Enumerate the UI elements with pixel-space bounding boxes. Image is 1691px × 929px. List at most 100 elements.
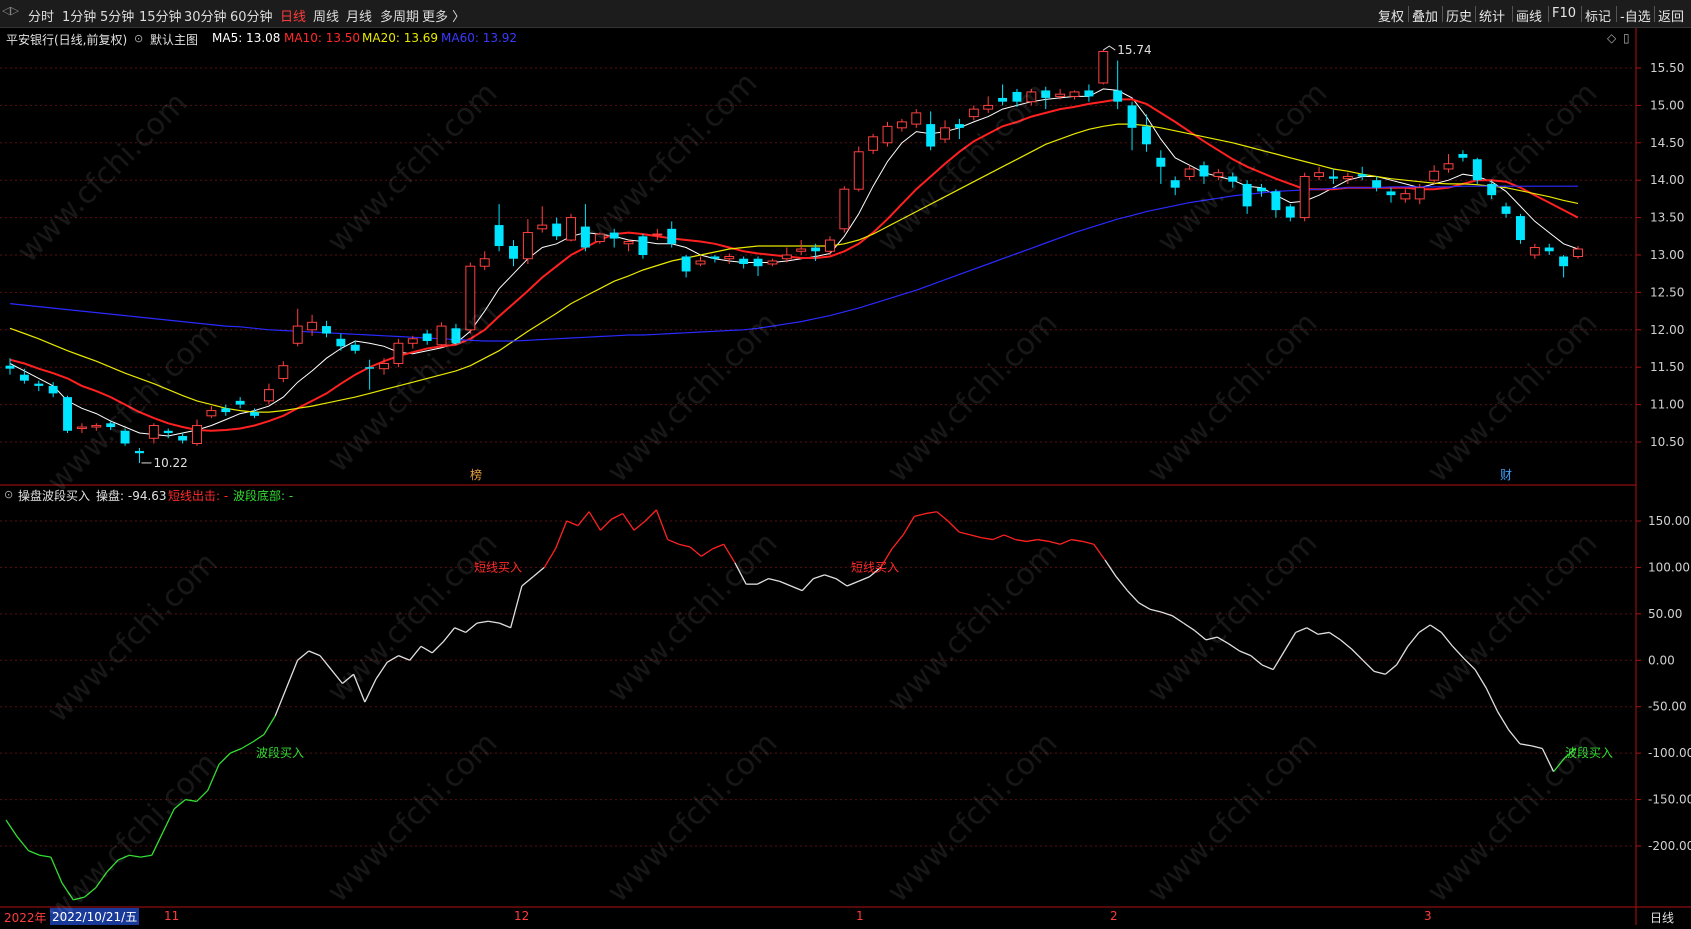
watermark: www.cfchi.com [880, 535, 1065, 720]
toolbar-separator [1654, 6, 1655, 22]
price-tick-label: 13.00 [1650, 248, 1684, 262]
toolbar-separator [1548, 6, 1549, 22]
watermark: www.cfchi.com [1420, 75, 1605, 260]
candle-body [192, 425, 202, 444]
candle [307, 314, 318, 336]
window-icon[interactable]: ▯ [1623, 31, 1630, 45]
price-tick-label: 15.00 [1650, 98, 1684, 112]
candle [379, 358, 389, 375]
candle-body [753, 258, 763, 267]
candle-body [1184, 168, 1195, 177]
price-tick-label: 12.00 [1650, 323, 1684, 337]
indicator-segment [936, 511, 949, 522]
candle [739, 256, 749, 269]
indicator-segment [1059, 538, 1072, 545]
candle-body [350, 344, 360, 351]
toolbar-right-1[interactable]: 叠加 [1412, 6, 1438, 25]
toolbar-item-0[interactable]: 分时 [28, 6, 54, 25]
template-toggle-icon[interactable]: ⊙ [134, 32, 143, 45]
template-label[interactable]: 默认主图 [150, 31, 198, 48]
toolbar-right-5[interactable]: F10 [1552, 6, 1576, 21]
candle-body [19, 374, 29, 381]
indicator-segment [1373, 670, 1386, 675]
toolbar-right-0[interactable]: 复权 [1378, 6, 1404, 25]
indicator-segment [1440, 632, 1454, 647]
indicator-segment [1250, 655, 1263, 666]
candle-body [379, 362, 389, 370]
candle [1414, 183, 1425, 205]
candle-body [1400, 193, 1411, 200]
toolbar-item-1[interactable]: 1分钟 [62, 6, 96, 25]
toolbar-item-10[interactable]: 更多 〉 [422, 6, 465, 25]
indicator-segment [1160, 611, 1173, 617]
candle-body [278, 365, 289, 379]
candle-body [1127, 105, 1137, 128]
candle [811, 243, 821, 261]
candle-body [825, 239, 835, 252]
candle [1069, 90, 1080, 100]
candle-body [781, 254, 792, 260]
indicator-segment [959, 531, 971, 536]
period-label[interactable]: 日线 [1650, 909, 1674, 926]
toolbar-item-7[interactable]: 周线 [313, 6, 339, 25]
candle-body [292, 325, 303, 344]
candle [278, 361, 289, 383]
indicator-value: 操盘: -94.63 [96, 489, 167, 503]
candle-body [1055, 93, 1066, 97]
candle [1314, 166, 1325, 181]
indicator-segment [5, 819, 18, 838]
indicator-tick-label: 0.00 [1648, 653, 1675, 667]
toolbar-right-3[interactable]: 统计 [1479, 6, 1505, 25]
toolbar-item-9[interactable]: 多周期 [380, 6, 419, 25]
candle-body [263, 389, 274, 402]
indicator-segment [308, 650, 321, 657]
candle-body [1559, 256, 1569, 267]
indicator-tick-label: -50.00 [1648, 700, 1687, 714]
candle [422, 329, 432, 345]
candle [1515, 213, 1525, 244]
candle-body [494, 225, 504, 247]
indicator-segment [1126, 590, 1140, 604]
toolbar-item-2[interactable]: 5分钟 [100, 6, 134, 25]
candle [1271, 189, 1281, 218]
candle [1170, 176, 1180, 196]
watermark: www.cfchi.com [40, 545, 225, 730]
indicator-toggle-icon[interactable]: ⊙ [4, 488, 13, 501]
indicator-segment [521, 576, 534, 587]
watermark: www.cfchi.com [10, 85, 195, 270]
candle [48, 382, 58, 398]
toolbar-item-5[interactable]: 60分钟 [230, 6, 273, 25]
pin-icon[interactable]: ◇ [1607, 31, 1616, 45]
candle-body [1342, 175, 1353, 180]
toolbar-right-7[interactable]: -自选 [1620, 6, 1651, 25]
indicator-segment [1362, 659, 1375, 672]
candle [1285, 204, 1295, 222]
candle-body [1372, 180, 1382, 188]
toolbar-menu-icon[interactable]: ◁▷ [2, 4, 19, 17]
toolbar-item-8[interactable]: 月线 [346, 6, 372, 25]
toolbar-right-4[interactable]: 画线 [1516, 6, 1542, 25]
toolbar-item-6[interactable]: 日线 [280, 6, 306, 25]
indicator-name[interactable]: 操盘波段买入 [18, 487, 90, 504]
candle-body [365, 367, 375, 369]
year-label: 2022年 [4, 911, 47, 925]
low-price-label: 10.22 [153, 456, 187, 470]
toolbar-item-4[interactable]: 30分钟 [184, 6, 227, 25]
toolbar-right-6[interactable]: 标记 [1585, 6, 1611, 25]
candle-body [940, 127, 951, 140]
candle [681, 255, 691, 278]
candle-body [566, 217, 576, 241]
candle [148, 423, 159, 444]
indicator-segment [319, 655, 332, 670]
indicator-segment [846, 580, 859, 587]
indicator-segment [1418, 624, 1431, 633]
candle [537, 206, 548, 233]
indicator-segment [1295, 627, 1308, 634]
toolbar-right-2[interactable]: 历史 [1446, 6, 1472, 25]
candle [983, 96, 994, 113]
indicator-segment [779, 580, 792, 587]
toolbar-right-8[interactable]: 返回 [1658, 6, 1684, 25]
toolbar-item-3[interactable]: 15分钟 [139, 6, 182, 25]
indicator-segment [1317, 631, 1330, 635]
indicator-segment [588, 511, 601, 531]
